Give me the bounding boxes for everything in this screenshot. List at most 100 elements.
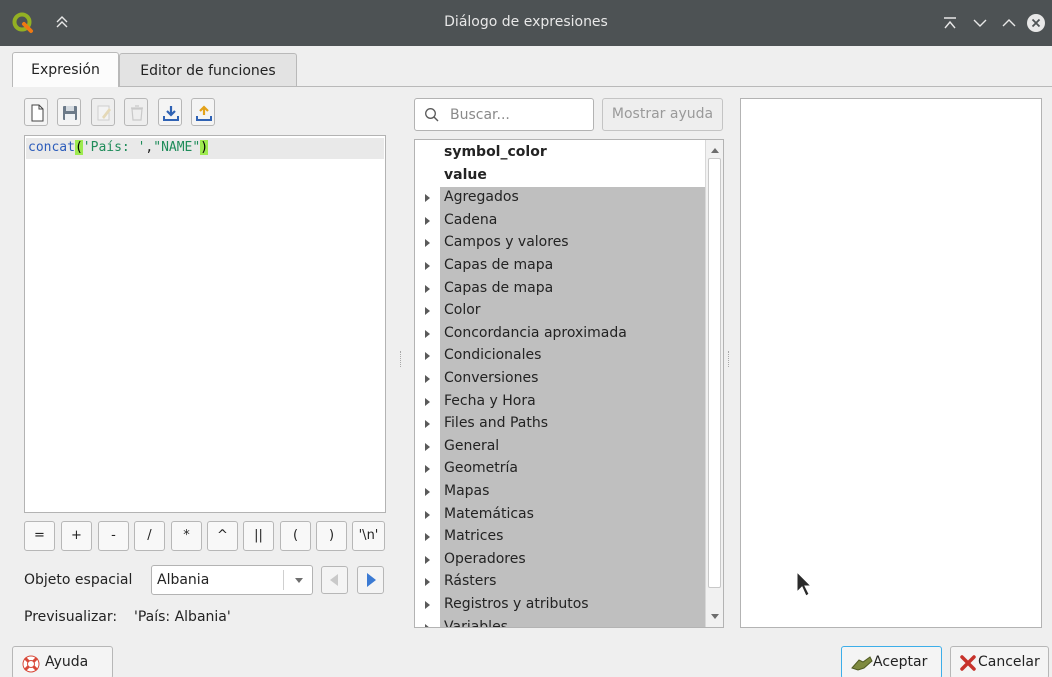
expand-arrow-icon[interactable] [425, 623, 430, 627]
save-expression-button[interactable] [57, 98, 81, 126]
previous-arrow-icon [330, 574, 338, 586]
feature-select[interactable]: Albania [151, 565, 313, 595]
function-group-item[interactable]: Cadena [440, 209, 705, 233]
operator-minus-button[interactable]: - [98, 521, 129, 551]
function-group-item[interactable]: Condicionales [440, 345, 705, 368]
operator-close-paren-button[interactable]: ) [316, 521, 347, 551]
expand-arrow-icon[interactable] [425, 352, 430, 361]
function-token: concat [28, 140, 75, 155]
next-feature-button[interactable] [357, 566, 384, 594]
expand-arrow-icon[interactable] [425, 533, 430, 542]
new-expression-button[interactable] [24, 98, 48, 126]
expand-arrow-icon[interactable] [425, 442, 430, 451]
function-group-item[interactable]: Capas de mapa [440, 255, 705, 278]
import-icon [163, 106, 179, 121]
function-group-item[interactable]: Color [440, 300, 705, 323]
help-lifebuoy-icon [22, 655, 40, 673]
expression-editor[interactable]: concat('País: ',"NAME") [24, 135, 386, 513]
function-group-item[interactable]: Fecha y Hora [440, 390, 705, 414]
scroll-up-icon[interactable] [711, 148, 719, 153]
function-group-item[interactable]: Matemáticas [440, 503, 705, 527]
function-group-item[interactable]: Geometría [440, 458, 705, 481]
search-input[interactable]: Buscar... [414, 98, 594, 131]
operator-newline-button[interactable]: '\n' [352, 521, 385, 551]
variable-item[interactable]: symbol_color [440, 142, 705, 165]
function-group-item[interactable]: Concordancia aproximada [440, 322, 705, 346]
function-group-item[interactable]: Variables [440, 616, 705, 627]
open-paren-token: ( [74, 140, 83, 155]
function-group-item[interactable]: Capas de mapa [440, 277, 705, 301]
close-icon[interactable] [1026, 13, 1046, 33]
show-help-button[interactable]: Mostrar ayuda [602, 98, 723, 131]
combo-separator [283, 570, 284, 590]
previous-feature-button[interactable] [321, 566, 348, 594]
expand-arrow-icon[interactable] [425, 420, 430, 429]
maximize-icon[interactable] [999, 13, 1019, 33]
function-group-item[interactable]: Rásters [440, 571, 705, 594]
operator-divide-button[interactable]: / [134, 521, 165, 551]
operator-equals-button[interactable]: = [24, 521, 55, 551]
help-button-label: Ayuda [45, 654, 89, 670]
expand-arrow-icon[interactable] [425, 262, 430, 270]
cancel-button[interactable]: Cancelar [950, 646, 1049, 677]
search-icon [425, 108, 439, 122]
delete-expression-button[interactable] [124, 98, 148, 126]
expand-arrow-icon[interactable] [425, 239, 430, 248]
expand-arrow-icon[interactable] [425, 488, 430, 496]
shade-icon[interactable] [940, 13, 960, 33]
operator-open-paren-button[interactable]: ( [280, 521, 311, 551]
title-bar[interactable]: Diálogo de expresiones [0, 0, 1052, 46]
function-group-item[interactable]: Registros y atributos [440, 594, 705, 617]
tab-divider [119, 86, 1052, 87]
preview-label: Previsualizar: [24, 609, 118, 625]
expand-arrow-icon[interactable] [425, 555, 430, 564]
splitter-handle[interactable] [400, 351, 402, 367]
variable-item[interactable]: value [440, 165, 705, 188]
scroll-down-icon[interactable] [711, 614, 719, 619]
export-expressions-button[interactable] [191, 98, 215, 126]
cancel-button-label: Cancelar [978, 654, 1040, 670]
expand-arrow-icon[interactable] [425, 578, 430, 587]
ok-button-label: Aceptar [873, 654, 928, 670]
expand-arrow-icon[interactable] [425, 216, 430, 225]
tab-function-editor[interactable]: Editor de funciones [119, 53, 297, 87]
operator-concat-button[interactable]: || [243, 521, 274, 551]
expand-arrow-icon[interactable] [425, 397, 430, 406]
operator-power-button[interactable]: ^ [207, 521, 238, 551]
tree-scrollbar[interactable] [705, 140, 723, 627]
function-group-item[interactable]: General [440, 435, 705, 459]
search-placeholder: Buscar... [450, 107, 510, 123]
edit-expression-button[interactable] [91, 98, 115, 126]
close-paren-token: ) [200, 140, 209, 155]
tab-label: Editor de funciones [140, 63, 276, 79]
function-group-item[interactable]: Operadores [440, 548, 705, 572]
ok-button[interactable]: Aceptar [841, 646, 942, 677]
expand-arrow-icon[interactable] [425, 601, 430, 609]
export-icon [196, 105, 212, 121]
expand-arrow-icon[interactable] [425, 284, 430, 293]
expand-arrow-icon[interactable] [425, 329, 430, 338]
function-group-item[interactable]: Agregados [440, 187, 705, 210]
operator-plus-button[interactable]: + [61, 521, 92, 551]
help-button[interactable]: Ayuda [12, 646, 113, 677]
cancel-x-icon [960, 655, 976, 671]
function-group-item[interactable]: Conversiones [440, 368, 705, 391]
function-tree[interactable]: symbol_color value Agregados Cadena Campos y… [414, 139, 724, 628]
minimize-icon[interactable] [970, 13, 990, 33]
expand-arrow-icon[interactable] [425, 375, 430, 383]
expand-arrow-icon[interactable] [425, 194, 430, 203]
splitter-handle[interactable] [728, 351, 730, 367]
function-group-item[interactable]: Matrices [440, 526, 705, 549]
expand-arrow-icon[interactable] [425, 307, 430, 316]
function-group-item[interactable]: Mapas [440, 481, 705, 504]
expand-arrow-icon[interactable] [425, 510, 430, 519]
new-file-icon [31, 104, 44, 122]
function-group-item[interactable]: Campos y valores [440, 232, 705, 255]
import-expressions-button[interactable] [158, 98, 182, 126]
tab-expression[interactable]: Expresión [12, 52, 119, 87]
scrollbar-thumb[interactable] [708, 158, 721, 588]
operator-multiply-button[interactable]: * [171, 521, 202, 551]
function-group-item[interactable]: Files and Paths [440, 413, 705, 436]
expand-arrow-icon[interactable] [425, 465, 430, 474]
expression-line[interactable]: concat('País: ',"NAME") [26, 138, 384, 159]
